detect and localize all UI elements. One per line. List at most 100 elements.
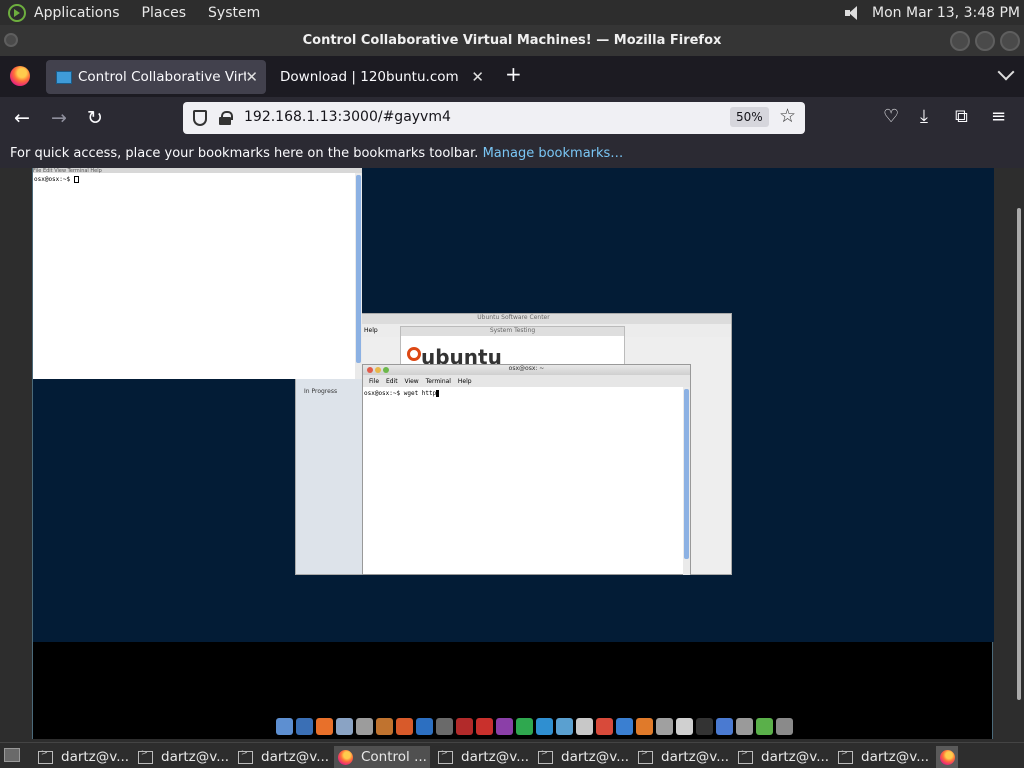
distro-logo-icon[interactable] (8, 3, 26, 22)
dock-app-icon[interactable] (676, 718, 693, 735)
firefox-launcher[interactable] (936, 746, 958, 768)
terminal-icon (38, 748, 53, 764)
forward-button[interactable]: → (51, 107, 67, 129)
taskbar-item[interactable]: dartz@v... (234, 746, 330, 768)
dock-app-icon[interactable] (636, 718, 653, 735)
close-tab-icon[interactable]: ✕ (471, 68, 484, 86)
sidebar-item-in-progress[interactable]: In Progress (296, 386, 362, 397)
show-desktop-icon[interactable] (4, 748, 20, 762)
dock-app-icon[interactable] (356, 718, 373, 735)
firefox-icon (338, 749, 353, 765)
taskbar-item-label: dartz@v... (61, 749, 130, 765)
taskbar-item-label: dartz@v... (161, 749, 230, 765)
back-button[interactable]: ← (14, 107, 30, 129)
maximize-dot-icon[interactable] (383, 367, 389, 373)
dock-app-icon[interactable] (716, 718, 733, 735)
bookmarks-toolbar: For quick access, place your bookmarks h… (0, 139, 1024, 168)
terminal-window-2[interactable]: osx@osx: ~ File Edit View Terminal Help … (362, 364, 691, 575)
volume-icon[interactable] (844, 5, 862, 20)
terminal-menubar[interactable]: File Edit View Terminal Help (363, 375, 690, 387)
maximize-button[interactable] (975, 31, 995, 51)
extensions-icon[interactable]: ⧉ (955, 106, 968, 127)
dock-app-icon[interactable] (456, 718, 473, 735)
terminal-scrollbar[interactable] (355, 173, 362, 379)
tab-control-vms[interactable]: Control Collaborative Virtual Machines! … (46, 60, 266, 94)
taskbar-item[interactable]: dartz@v... (734, 746, 830, 768)
bookmarks-message: For quick access, place your bookmarks h… (10, 146, 479, 161)
dock-app-icon[interactable] (596, 718, 613, 735)
manage-bookmarks-link[interactable]: Manage bookmarks… (483, 146, 624, 161)
minimize-dot-icon[interactable] (375, 367, 381, 373)
firefox-icon[interactable] (10, 66, 30, 86)
clock[interactable]: Mon Mar 13, 3:48 PM (872, 5, 1020, 21)
downloads-icon[interactable]: ⤓ (920, 106, 928, 127)
bookmark-star-icon[interactable]: ☆ (779, 105, 796, 127)
minimize-button[interactable] (950, 31, 970, 51)
terminal-icon (238, 748, 253, 764)
terminal-body[interactable]: osx@osx:~$ (33, 173, 362, 186)
close-window-button[interactable] (1000, 31, 1020, 51)
dock-app-icon[interactable] (576, 718, 593, 735)
taskbar-item[interactable]: dartz@v... (834, 746, 930, 768)
vm-dock (276, 711, 793, 735)
menu-system[interactable]: System (208, 5, 260, 21)
terminal-body[interactable]: osx@osx:~$ wget http (363, 387, 690, 400)
dock-app-icon[interactable] (376, 718, 393, 735)
close-dot-icon[interactable] (367, 367, 373, 373)
dock-app-icon[interactable] (316, 718, 333, 735)
taskbar-item[interactable]: dartz@v... (34, 746, 130, 768)
terminal-titlebar: osx@osx: ~ (363, 365, 690, 375)
taskbar-item[interactable]: dartz@v... (134, 746, 230, 768)
reload-button[interactable]: ↻ (87, 107, 103, 129)
taskbar-item-label: dartz@v... (661, 749, 730, 765)
taskbar-item-label: dartz@v... (861, 749, 930, 765)
taskbar-item[interactable]: Control ... (334, 746, 430, 768)
dock-app-icon[interactable] (616, 718, 633, 735)
terminal-window-1[interactable]: File Edit View Terminal Help osx@osx:~$ (33, 168, 362, 379)
hamburger-menu-icon[interactable]: ≡ (991, 106, 1006, 127)
pocket-icon[interactable]: ♡ (883, 106, 899, 127)
dock-app-icon[interactable] (436, 718, 453, 735)
dock-app-icon[interactable] (396, 718, 413, 735)
terminal-scrollbar[interactable] (683, 387, 690, 575)
terminal-icon (438, 748, 453, 764)
page-scrollbar[interactable] (1017, 208, 1021, 700)
window-menu-button[interactable] (4, 33, 18, 47)
dock-app-icon[interactable] (516, 718, 533, 735)
page-content: Ubuntu Software Center Help ware In Prog… (0, 168, 1024, 742)
dock-app-icon[interactable] (336, 718, 353, 735)
dock-app-icon[interactable] (776, 718, 793, 735)
terminal-cursor (73, 176, 79, 183)
new-tab-button[interactable]: + (505, 62, 522, 86)
dock-app-icon[interactable] (296, 718, 313, 735)
dock-app-icon[interactable] (756, 718, 773, 735)
system-testing-title: System Testing (401, 327, 624, 336)
terminal-icon (638, 748, 653, 764)
dock-app-icon[interactable] (696, 718, 713, 735)
taskbar-item[interactable]: dartz@v... (534, 746, 630, 768)
close-tab-icon[interactable]: ✕ (245, 68, 258, 86)
menu-applications[interactable]: Applications (34, 5, 120, 21)
dock-app-icon[interactable] (536, 718, 553, 735)
bottom-taskbar: dartz@v... dartz@v... dartz@v... Control ..… (0, 742, 1024, 768)
dock-app-icon[interactable] (496, 718, 513, 735)
taskbar-item[interactable]: dartz@v... (634, 746, 730, 768)
terminal-icon (538, 748, 553, 764)
dock-app-icon[interactable] (276, 718, 293, 735)
menu-places[interactable]: Places (142, 5, 187, 21)
vm-screen[interactable]: Ubuntu Software Center Help ware In Prog… (32, 168, 994, 739)
url-bar[interactable]: 192.168.1.13:3000/#gayvm4 50% ☆ (183, 102, 805, 134)
dock-app-icon[interactable] (476, 718, 493, 735)
taskbar-item-label: dartz@v... (261, 749, 330, 765)
url-text[interactable]: 192.168.1.13:3000/#gayvm4 (244, 109, 451, 125)
dock-app-icon[interactable] (736, 718, 753, 735)
taskbar-item[interactable]: dartz@v... (434, 746, 530, 768)
lock-icon[interactable] (219, 111, 233, 125)
dock-app-icon[interactable] (416, 718, 433, 735)
dock-app-icon[interactable] (556, 718, 573, 735)
terminal-prompt: osx@osx:~$ wget http (364, 390, 437, 397)
tab-download[interactable]: Download | 120buntu.com ✕ (270, 60, 492, 94)
dock-app-icon[interactable] (656, 718, 673, 735)
shield-icon[interactable] (193, 110, 207, 126)
zoom-level-button[interactable]: 50% (730, 107, 769, 127)
